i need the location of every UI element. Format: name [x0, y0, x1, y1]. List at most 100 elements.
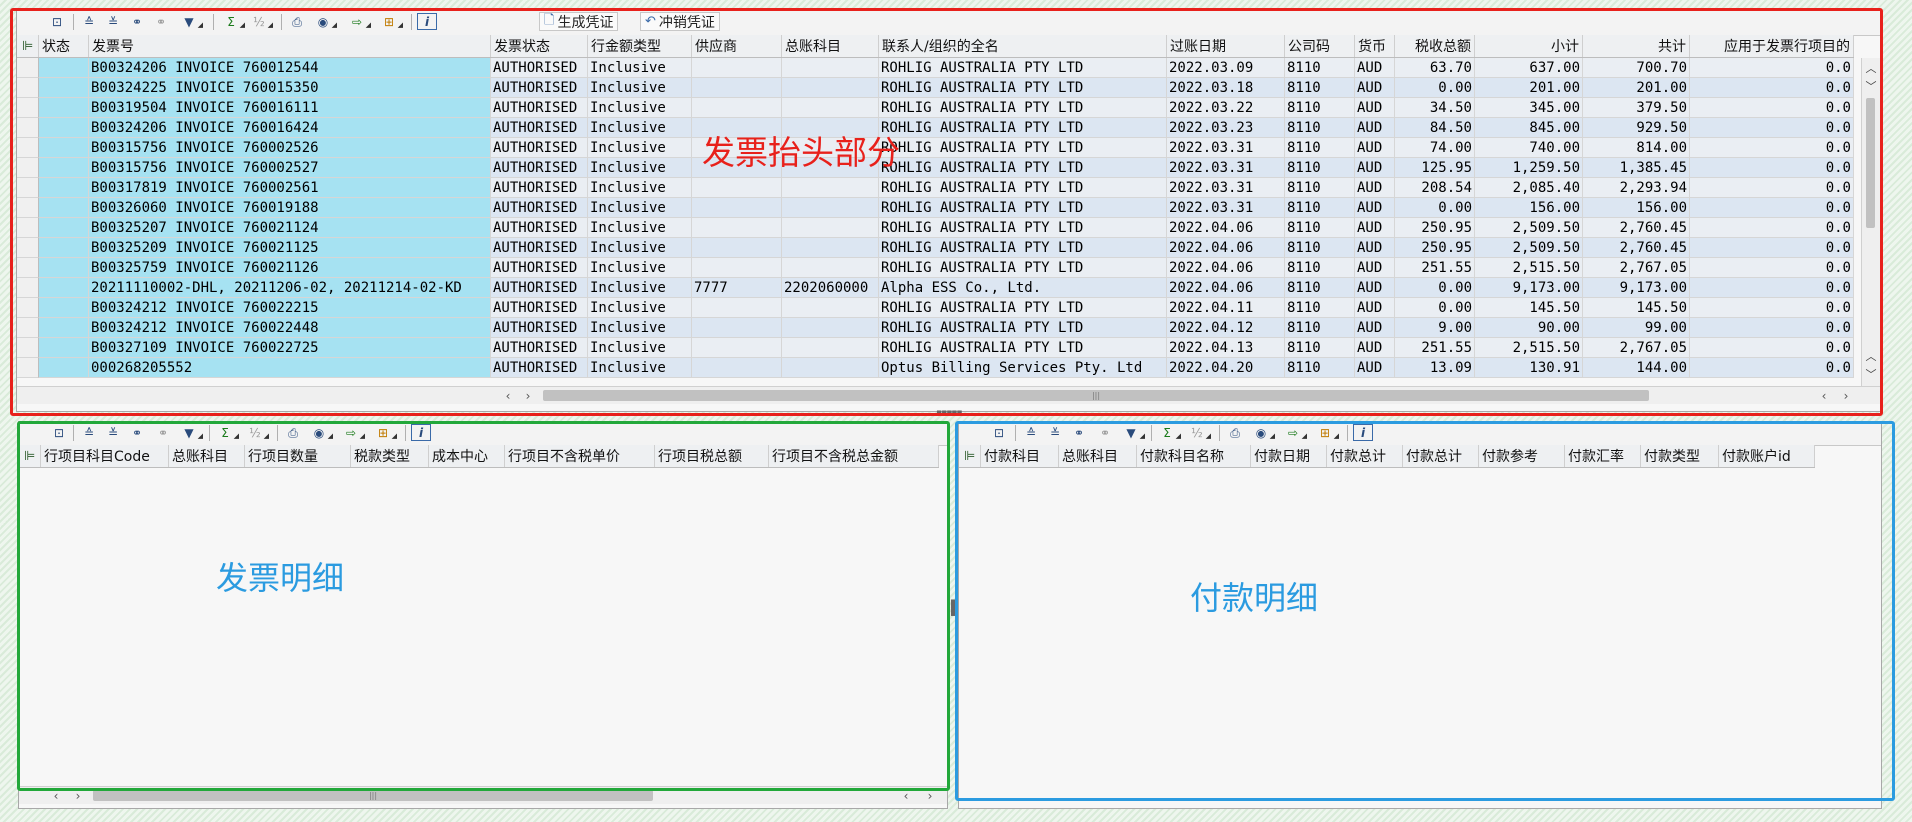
row-selector[interactable] — [17, 338, 39, 358]
filter-icon[interactable]: ▼ ◢ — [179, 13, 203, 30]
subtotal-icon[interactable]: ½ ◢ — [245, 424, 269, 441]
table-row[interactable]: B00325759 INVOICE 760021126 AUTHORISED Inc… — [17, 258, 1854, 278]
table-row[interactable]: B00315756 INVOICE 760002527 AUTHORISED Inc… — [17, 158, 1854, 178]
row-selector[interactable] — [17, 298, 39, 318]
column-header[interactable]: 付款参考 — [1479, 445, 1565, 467]
sort-ascending-icon[interactable]: ≙ — [1021, 424, 1041, 441]
column-header[interactable]: 税款类型 — [351, 445, 429, 467]
sort-ascending-icon[interactable]: ≙ — [79, 13, 99, 30]
find-next-icon[interactable]: ⚭ — [1095, 424, 1115, 441]
scroll-left-icon[interactable]: ‹ — [49, 787, 63, 804]
column-header[interactable]: 货币 — [1355, 35, 1395, 57]
column-header[interactable]: 联系人/组织的全名 — [879, 35, 1167, 57]
column-header[interactable]: 总账科目 — [782, 35, 879, 57]
table-row[interactable]: B00324206 INVOICE 760016424 AUTHORISED Inc… — [17, 118, 1854, 138]
detail-icon[interactable]: ⊡ — [49, 424, 69, 441]
layout-icon[interactable]: ⊞ ◢ — [1315, 424, 1339, 441]
column-layout-icon[interactable]: ⊫ — [17, 35, 39, 57]
info-icon[interactable]: i — [417, 13, 437, 30]
table-row[interactable]: B00324206 INVOICE 760012544 AUTHORISED Inc… — [17, 58, 1854, 78]
sigma-icon[interactable]: Σ ◢ — [215, 424, 239, 441]
column-header[interactable]: 付款总计 — [1403, 445, 1479, 467]
scroll-up-icon[interactable]: ︿ — [1862, 60, 1880, 76]
row-selector[interactable] — [17, 318, 39, 338]
column-header[interactable]: 行项目数量 — [245, 445, 351, 467]
reverse-voucher-button[interactable]: ↶ 冲销凭证 — [640, 12, 720, 31]
scroll-right-end-icon[interactable]: › — [923, 787, 937, 804]
column-header[interactable]: 行项目不含税单价 — [505, 445, 655, 467]
column-header[interactable]: 付款科目 — [981, 445, 1059, 467]
row-selector[interactable] — [17, 78, 39, 98]
table-row[interactable]: B00327109 INVOICE 760022725 AUTHORISED Inc… — [17, 338, 1854, 358]
horizontal-scroll-thumb[interactable]: ||| — [543, 390, 1649, 401]
scroll-down-icon[interactable]: ﹀ — [1862, 78, 1880, 94]
table-row[interactable]: B00324212 INVOICE 760022448 AUTHORISED Inc… — [17, 318, 1854, 338]
column-header[interactable]: 付款总计 — [1327, 445, 1403, 467]
column-header[interactable]: 总账科目 — [1059, 445, 1137, 467]
column-header[interactable]: 供应商 — [692, 35, 782, 57]
subtotal-icon[interactable]: ½ ◢ — [1187, 424, 1211, 441]
column-header[interactable]: 付款账户id — [1719, 445, 1815, 467]
row-selector[interactable] — [17, 178, 39, 198]
header-horizontal-scrollbar[interactable]: ‹ › ||| ‹ › — [17, 386, 1881, 404]
binoculars-icon[interactable]: ⚭ — [1069, 424, 1089, 441]
scroll-left-end-icon[interactable]: ‹ — [899, 787, 913, 804]
vertical-scroll-thumb[interactable] — [1866, 98, 1875, 228]
binoculars-icon[interactable]: ⚭ — [127, 424, 147, 441]
print-icon[interactable]: ⎙ — [283, 424, 303, 441]
filter-icon[interactable]: ▼ ◢ — [1121, 424, 1145, 441]
detail-icon[interactable]: ⊡ — [989, 424, 1009, 441]
row-selector[interactable] — [17, 98, 39, 118]
table-row[interactable]: 000268205552 AUTHORISED Inclusive Optus Bil… — [17, 358, 1854, 378]
column-header[interactable]: 共计 — [1583, 35, 1690, 57]
column-header[interactable]: 发票号 — [89, 35, 491, 57]
row-selector[interactable] — [17, 138, 39, 158]
sort-descending-icon[interactable]: ≚ — [103, 424, 123, 441]
info-icon[interactable]: i — [1353, 424, 1373, 441]
vertical-splitter[interactable]: ▪ ▪ ▪ ▪ — [950, 598, 956, 619]
table-row[interactable]: 20211110002-DHL, 20211206-02, 20211214-0… — [17, 278, 1854, 298]
views-icon[interactable]: ◉ ◢ — [1251, 424, 1275, 441]
horizontal-splitter[interactable]: ▪▪▪▪▪ — [936, 408, 962, 418]
column-header[interactable]: 成本中心 — [429, 445, 505, 467]
column-header[interactable]: 行金额类型 — [588, 35, 692, 57]
scroll-top-icon[interactable]: ︿ — [1862, 348, 1880, 364]
column-header[interactable]: 行项目科目Code — [41, 445, 169, 467]
column-header[interactable]: 行项目税总额 — [655, 445, 769, 467]
scroll-left-icon[interactable]: ‹ — [501, 387, 515, 404]
header-vertical-scrollbar[interactable]: ︿ ﹀ ︿ ﹀ — [1861, 58, 1880, 386]
column-header[interactable]: 付款科目名称 — [1137, 445, 1251, 467]
views-icon[interactable]: ◉ ◢ — [309, 424, 333, 441]
table-row[interactable]: B00324212 INVOICE 760022215 AUTHORISED Inc… — [17, 298, 1854, 318]
column-header[interactable]: 付款汇率 — [1565, 445, 1641, 467]
export-icon[interactable]: ⇨ ◢ — [1283, 424, 1307, 441]
column-header[interactable]: 过账日期 — [1167, 35, 1285, 57]
sigma-icon[interactable]: Σ ◢ — [1157, 424, 1181, 441]
row-selector[interactable] — [17, 278, 39, 298]
sort-descending-icon[interactable]: ≚ — [1045, 424, 1065, 441]
row-selector[interactable] — [17, 218, 39, 238]
subtotal-icon[interactable]: ½ ◢ — [249, 13, 273, 30]
binoculars-icon[interactable]: ⚭ — [127, 13, 147, 30]
column-header[interactable]: 税收总额 — [1395, 35, 1475, 57]
column-header[interactable]: 应用于发票行项目的 — [1690, 35, 1854, 57]
detail-horizontal-scrollbar[interactable]: ‹ › ||| ‹ › — [19, 786, 947, 804]
print-icon[interactable]: ⎙ — [287, 13, 307, 30]
export-icon[interactable]: ⇨ ◢ — [347, 13, 371, 30]
column-layout-icon[interactable]: ⊫ — [959, 445, 981, 467]
row-selector[interactable] — [17, 158, 39, 178]
table-row[interactable]: B00317819 INVOICE 760002561 AUTHORISED Inc… — [17, 178, 1854, 198]
row-selector[interactable] — [17, 258, 39, 278]
row-selector[interactable] — [17, 198, 39, 218]
table-row[interactable]: B00325207 INVOICE 760021124 AUTHORISED Inc… — [17, 218, 1854, 238]
column-header[interactable]: 公司码 — [1285, 35, 1355, 57]
generate-voucher-button[interactable]: 🗋 生成凭证 — [539, 12, 619, 31]
print-icon[interactable]: ⎙ — [1225, 424, 1245, 441]
column-layout-icon[interactable]: ⊫ — [19, 445, 41, 467]
column-header[interactable]: 付款日期 — [1251, 445, 1327, 467]
scroll-right-icon[interactable]: › — [71, 787, 85, 804]
scroll-left-end-icon[interactable]: ‹ — [1817, 387, 1831, 404]
column-header[interactable]: 状态 — [39, 35, 89, 57]
scroll-right-end-icon[interactable]: › — [1839, 387, 1853, 404]
table-row[interactable]: B00326060 INVOICE 760019188 AUTHORISED Inc… — [17, 198, 1854, 218]
